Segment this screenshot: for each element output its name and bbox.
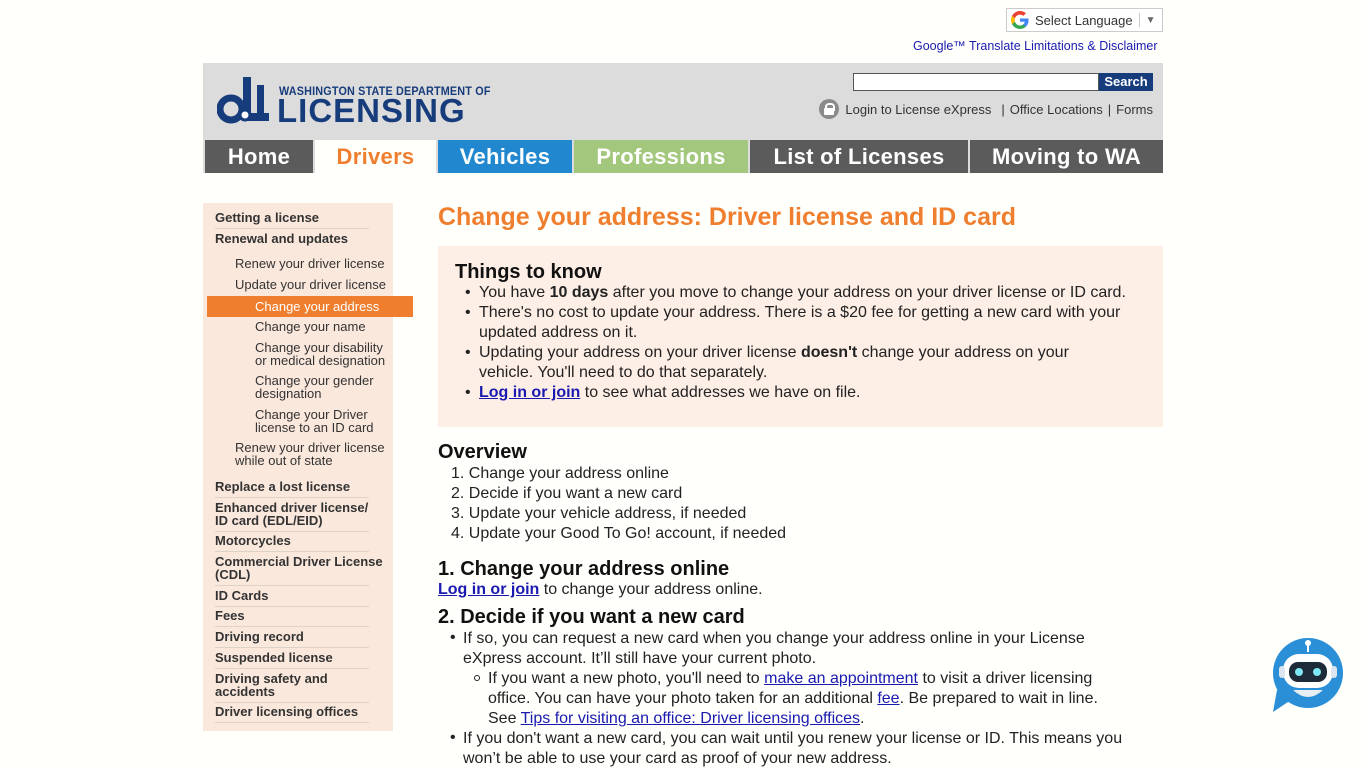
tips-visiting-office-link[interactable]: Tips for visiting an office: Driver lice… bbox=[521, 710, 860, 727]
chatbot-icon[interactable] bbox=[1271, 638, 1345, 712]
sidebar-item-getting-license[interactable]: Getting a license bbox=[215, 211, 369, 229]
list-item: There's no cost to update your address. … bbox=[465, 303, 1149, 343]
circle-bullet-icon bbox=[474, 675, 480, 681]
forms-link[interactable]: Forms bbox=[1116, 102, 1153, 117]
sidebar-item-offices[interactable]: Driver licensing offices bbox=[215, 705, 369, 723]
sidebar-item-update[interactable]: Update your driver license bbox=[235, 278, 386, 291]
bullet-icon: • bbox=[450, 629, 456, 646]
step1-heading: 1. Change your address online bbox=[438, 558, 730, 580]
sidebar-item-label: while out of state bbox=[235, 453, 333, 468]
login-join-link[interactable]: Log in or join bbox=[438, 581, 539, 598]
tab-professions[interactable]: Professions bbox=[574, 140, 748, 173]
make-appointment-link[interactable]: make an appointment bbox=[764, 670, 918, 687]
separator: | bbox=[1001, 101, 1005, 117]
list-item: You have 10 days after you move to chang… bbox=[465, 283, 1149, 303]
list-item: Log in or join to see what addresses we … bbox=[465, 383, 1149, 403]
sidebar-item-driving-record[interactable]: Driving record bbox=[215, 630, 369, 648]
tab-home[interactable]: Home bbox=[205, 140, 313, 173]
list-item: If you don't want a new card, you can wa… bbox=[463, 730, 1123, 767]
dropdown-arrow-icon: ▼ bbox=[1145, 14, 1156, 26]
utility-links: Login to License eXpress | Office Locati… bbox=[813, 98, 1153, 120]
list-item: 2. Decide if you want a new card bbox=[451, 485, 683, 502]
sidebar-item-renewal[interactable]: Renewal and updates bbox=[215, 232, 369, 249]
overview-list: 1. Change your address online 2. Decide … bbox=[451, 464, 786, 544]
things-to-know-box: Things to know You have 10 days after yo… bbox=[438, 246, 1163, 427]
sidebar-item-dl-to-id[interactable]: Change your Driver license to an ID card bbox=[255, 408, 374, 434]
tab-list-of-licenses[interactable]: List of Licenses bbox=[750, 140, 968, 173]
sidebar-item-label: ID card (EDL/EID) bbox=[215, 513, 323, 528]
sidebar-item-edl[interactable]: Enhanced driver license/ ID card (EDL/EI… bbox=[215, 501, 369, 532]
things-to-know-list: You have 10 days after you move to chang… bbox=[465, 283, 1149, 403]
sidebar-item-gender[interactable]: Change your gender designation bbox=[255, 374, 374, 400]
things-to-know-heading: Things to know bbox=[455, 261, 602, 283]
list-item: 4. Update your Good To Go! account, if n… bbox=[451, 525, 787, 542]
main-nav: Home Drivers Vehicles Professions List o… bbox=[203, 140, 1163, 173]
sidebar-item-label: (CDL) bbox=[215, 567, 251, 582]
sidebar-item-suspended[interactable]: Suspended license bbox=[215, 651, 369, 669]
search-input[interactable] bbox=[853, 73, 1099, 91]
step1-text: Log in or join to change your address on… bbox=[438, 581, 763, 598]
sidebar-nav: Getting a license Renewal and updates Re… bbox=[203, 203, 393, 731]
dol-logo[interactable]: WASHINGTON STATE DEPARTMENT OF LICENSING bbox=[217, 75, 490, 129]
sidebar-item-disability[interactable]: Change your disability or medical design… bbox=[255, 341, 385, 367]
select-language-label: Select Language bbox=[1035, 12, 1133, 28]
sidebar-item-label: or medical designation bbox=[255, 353, 386, 368]
tab-moving-to-wa[interactable]: Moving to WA bbox=[970, 140, 1163, 173]
site-header: WASHINGTON STATE DEPARTMENT OF LICENSING… bbox=[203, 63, 1163, 140]
google-icon bbox=[1011, 11, 1029, 29]
fee-link[interactable]: fee bbox=[877, 690, 899, 707]
separator: | bbox=[1107, 101, 1112, 117]
sidebar-item-id-cards[interactable]: ID Cards bbox=[215, 589, 369, 607]
overview-heading: Overview bbox=[438, 441, 527, 463]
language-selector[interactable]: Select Language ▼ bbox=[1006, 8, 1163, 32]
search-button[interactable]: Search bbox=[1099, 73, 1153, 91]
sidebar-item-motorcycles[interactable]: Motorcycles bbox=[215, 534, 369, 552]
step2-heading: 2. Decide if you want a new card bbox=[438, 606, 745, 628]
sidebar-item-label: license to an ID card bbox=[255, 420, 374, 435]
page-title: Change your address: Driver license and … bbox=[438, 203, 1016, 231]
licensing-wordmark: LICENSING bbox=[277, 92, 466, 129]
sidebar-item-label: designation bbox=[255, 386, 322, 401]
sidebar-item-label: accidents bbox=[215, 684, 275, 699]
translate-disclaimer-link[interactable]: Google™ Translate Limitations & Disclaim… bbox=[913, 39, 1158, 53]
list-item: If so, you can request a new card when y… bbox=[463, 630, 1085, 667]
dol-logo-icon bbox=[217, 77, 269, 124]
login-join-link[interactable]: Log in or join bbox=[479, 384, 580, 401]
sidebar-item-renew[interactable]: Renew your driver license bbox=[235, 257, 385, 270]
list-item: 1. Change your address online bbox=[451, 465, 669, 482]
sidebar-item-safety[interactable]: Driving safety and accidents bbox=[215, 672, 369, 703]
list-item: If you want a new photo, you'll need to … bbox=[488, 670, 1098, 727]
sidebar-item-cdl[interactable]: Commercial Driver License (CDL) bbox=[215, 555, 383, 586]
list-item: Updating your address on your driver lic… bbox=[465, 343, 1149, 383]
sidebar-item-fees[interactable]: Fees bbox=[215, 609, 369, 627]
tab-vehicles[interactable]: Vehicles bbox=[438, 140, 572, 173]
lock-icon bbox=[819, 99, 840, 119]
login-link[interactable]: Login to License eXpress bbox=[845, 102, 991, 117]
list-item: 3. Update your vehicle address, if neede… bbox=[451, 505, 747, 522]
tab-drivers[interactable]: Drivers bbox=[315, 140, 436, 173]
sidebar-item-replace[interactable]: Replace a lost license bbox=[215, 480, 369, 498]
office-locations-link[interactable]: Office Locations bbox=[1010, 102, 1103, 117]
bullet-icon: • bbox=[450, 729, 456, 746]
sidebar-item-change-name[interactable]: Change your name bbox=[255, 320, 366, 333]
sidebar-item-renew-out-of-state[interactable]: Renew your driver license while out of s… bbox=[235, 441, 385, 467]
sidebar-item-change-address-active[interactable]: Change your address bbox=[207, 296, 413, 317]
divider bbox=[1138, 13, 1140, 27]
